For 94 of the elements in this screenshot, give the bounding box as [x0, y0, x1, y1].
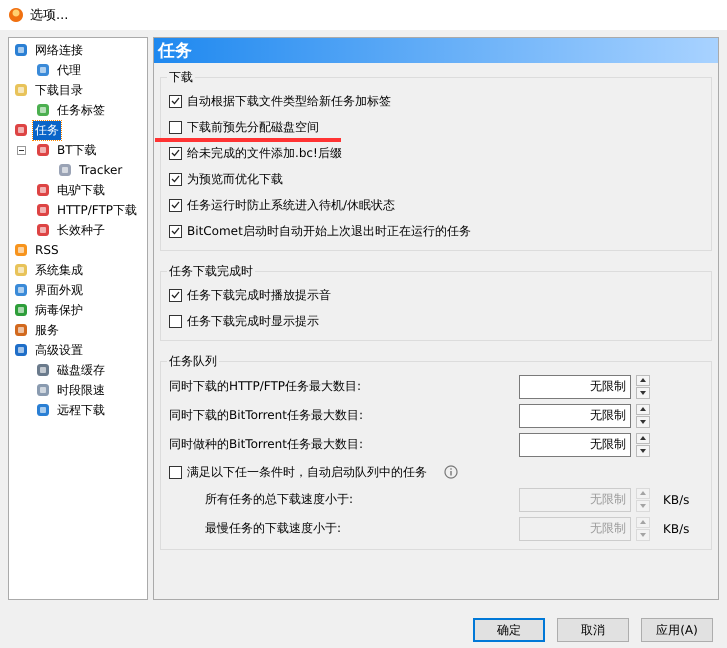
spin-down-button[interactable]	[636, 416, 650, 428]
tree-item[interactable]: Tracker	[77, 162, 124, 178]
up-arrow-icon	[640, 436, 646, 440]
number-field[interactable]: 无限制	[519, 404, 631, 428]
down-arrow-icon	[640, 420, 646, 424]
up-arrow-icon	[640, 491, 646, 496]
dialog-button[interactable]: 确定	[473, 618, 545, 642]
tree-item[interactable]: 病毒保护	[33, 300, 85, 320]
page-title: 任务	[154, 38, 718, 63]
spin-down-button[interactable]	[636, 445, 650, 456]
field-label: 所有任务的总下载速度小于:	[204, 491, 354, 508]
tree-node-icon	[35, 202, 51, 218]
tree-item[interactable]: 系统集成	[33, 260, 85, 280]
spin-down-button[interactable]	[636, 387, 650, 398]
spin-up-button[interactable]	[636, 404, 650, 415]
tree-node-icon	[35, 382, 51, 398]
up-arrow-icon	[640, 407, 646, 412]
checkbox[interactable]	[169, 224, 182, 238]
down-arrow-icon	[640, 448, 646, 453]
spin-up-button[interactable]	[636, 432, 650, 444]
unit-label: KB/s	[662, 522, 690, 536]
field-label: 最慢任务的下载速度小于:	[204, 520, 342, 537]
checkbox-label: 为预览而优化下载	[187, 170, 283, 188]
checkbox-label: 给未完成的文件添加.bc!后缀	[187, 144, 342, 162]
checkbox-label: 任务下载完成时播放提示音	[187, 286, 331, 304]
checkbox[interactable]	[169, 172, 182, 186]
down-arrow-icon	[640, 504, 646, 508]
tree-item[interactable]: 网络连接	[33, 40, 85, 60]
tree-node-icon	[13, 82, 29, 98]
unit-label: KB/s	[662, 492, 690, 506]
tree-item[interactable]: RSS	[33, 242, 61, 258]
tree-item[interactable]: 长效种子	[55, 220, 107, 240]
tree-node-icon	[35, 222, 51, 238]
tree-item[interactable]: 时段限速	[55, 380, 107, 400]
spin-up-button[interactable]	[636, 374, 650, 386]
tree-item[interactable]: BT下载	[55, 140, 99, 160]
window-title: 选项...	[30, 7, 68, 24]
tree-item[interactable]: 任务	[33, 120, 61, 140]
field-label: 同时做种的BitTorrent任务最大数目:	[169, 436, 364, 453]
checkbox[interactable]	[169, 314, 182, 328]
tree-item[interactable]: 任务标签	[55, 100, 107, 120]
group-title: 任务下载完成时	[168, 263, 254, 280]
up-arrow-icon	[640, 520, 646, 524]
tree-node-icon	[13, 322, 29, 338]
tree-node-icon	[13, 242, 29, 258]
tree-item[interactable]: 界面外观	[33, 280, 85, 300]
tree-node-icon	[57, 162, 73, 178]
field-label: 同时下载的BitTorrent任务最大数目:	[169, 407, 364, 424]
tree-item[interactable]: 服务	[33, 320, 61, 340]
checkbox-label: BitComet启动时自动开始上次退出时正在运行的任务	[187, 222, 471, 240]
checkbox-label: 自动根据下载文件类型给新任务加标签	[187, 92, 391, 110]
tree-item[interactable]: 代理	[55, 60, 83, 80]
checkbox[interactable]	[169, 94, 182, 108]
checkbox-label: 下载前预先分配磁盘空间	[187, 118, 319, 136]
tree-node-icon	[35, 142, 51, 158]
checkbox[interactable]	[169, 466, 182, 478]
dialog-button[interactable]: 取消	[557, 618, 629, 642]
dialog-button[interactable]: 应用(A)	[641, 618, 713, 642]
tree-node-icon	[35, 102, 51, 118]
group-title: 任务队列	[168, 353, 218, 370]
up-arrow-icon	[640, 378, 646, 382]
collapse-toggle[interactable]	[17, 146, 26, 154]
number-field[interactable]: 无限制	[519, 374, 631, 398]
tree-node-icon	[13, 122, 29, 138]
checkbox-label: 任务运行时防止系统进入待机/休眠状态	[187, 196, 396, 214]
tree-item[interactable]: 远程下载	[55, 400, 107, 420]
group-title: 下载	[168, 69, 194, 86]
tree-item[interactable]: 下载目录	[33, 80, 85, 100]
tree-item[interactable]: 磁盘缓存	[55, 360, 107, 380]
down-arrow-icon	[640, 532, 646, 537]
checkbox[interactable]	[169, 146, 182, 160]
tree-item[interactable]: HTTP/FTP下载	[55, 200, 140, 220]
down-arrow-icon	[640, 390, 646, 395]
field-label: 同时下载的HTTP/FTP任务最大数目:	[169, 378, 362, 395]
tree-item[interactable]: 电驴下载	[55, 180, 107, 200]
tree-node-icon	[35, 362, 51, 378]
tree-node-icon	[13, 42, 29, 58]
tree-node-icon	[35, 62, 51, 78]
checkbox[interactable]	[169, 288, 182, 302]
app-logo-icon	[8, 7, 24, 23]
checkbox[interactable]	[169, 120, 182, 134]
tree-node-icon	[13, 262, 29, 278]
tree-node-icon	[13, 342, 29, 358]
tree-item[interactable]: 高级设置	[33, 340, 85, 360]
checkbox-label: 任务下载完成时显示提示	[187, 312, 319, 330]
checkbox-label: 满足以下任一条件时，自动启动队列中的任务	[187, 464, 427, 480]
minus-icon	[19, 148, 24, 152]
checkbox[interactable]	[169, 198, 182, 212]
tree-node-icon	[35, 182, 51, 198]
info-icon[interactable]	[444, 465, 458, 479]
tree-node-icon	[35, 402, 51, 418]
tree-node-icon	[13, 302, 29, 318]
number-field[interactable]: 无限制	[519, 432, 631, 456]
tree-node-icon	[13, 282, 29, 298]
